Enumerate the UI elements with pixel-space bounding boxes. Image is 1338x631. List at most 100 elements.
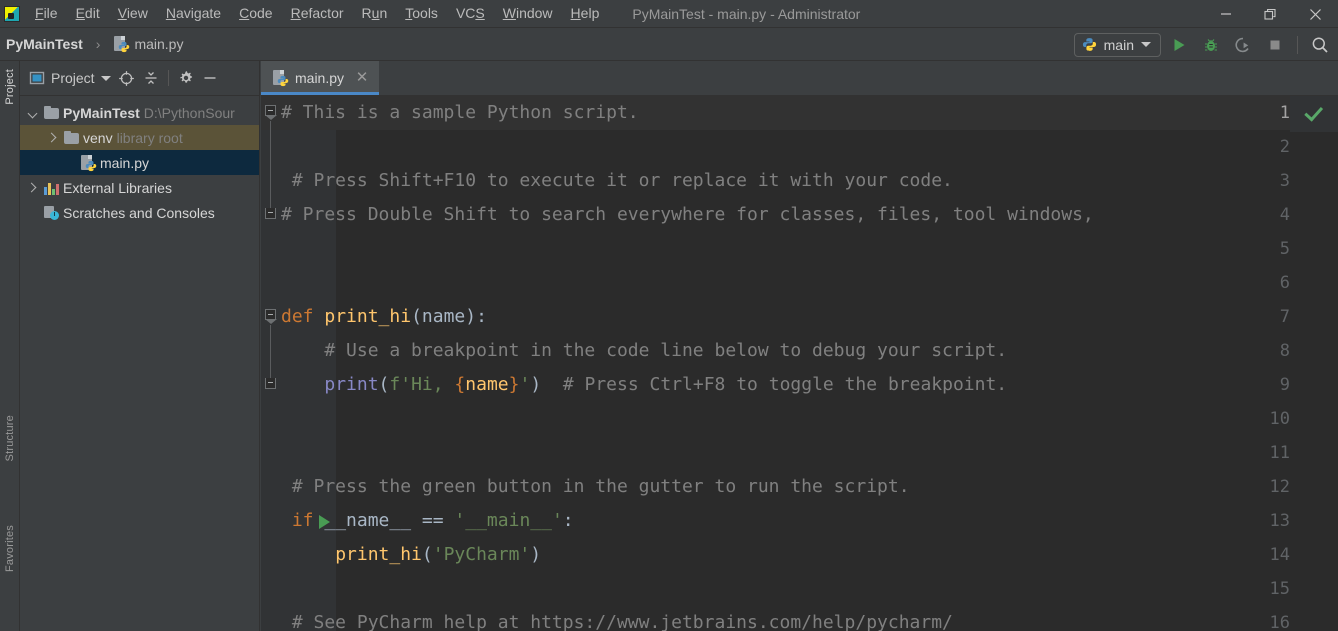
crosshair-icon xyxy=(119,70,134,86)
code-line[interactable]: 14 print_hi('PyCharm') xyxy=(261,538,1338,572)
tool-strip-project-label: Project xyxy=(3,69,16,105)
left-tool-window-strip: Project Structure Favorites xyxy=(0,61,20,631)
project-title-dropdown[interactable]: Project xyxy=(26,68,114,88)
fold-column[interactable] xyxy=(261,164,281,198)
inspections-widget[interactable] xyxy=(1290,96,1338,132)
fold-column[interactable] xyxy=(261,504,281,538)
tool-strip-tab-favorites[interactable]: Favorites xyxy=(3,521,17,576)
fold-column[interactable] xyxy=(261,402,281,436)
code-line[interactable]: 15 xyxy=(261,572,1338,606)
chevron-down-icon[interactable] xyxy=(26,106,40,120)
menu-item-help[interactable]: Help xyxy=(562,2,609,25)
settings-button[interactable] xyxy=(175,67,197,89)
breadcrumb-item-project[interactable]: PyMainTest xyxy=(2,34,87,54)
run-button[interactable] xyxy=(1165,31,1193,59)
fold-column[interactable] xyxy=(261,368,281,402)
editor-area: main.py ✕ 1 # This is a sample Python scr… xyxy=(261,61,1338,631)
menu-item-code[interactable]: Code xyxy=(230,2,281,25)
restore-button[interactable] xyxy=(1248,0,1293,28)
menu-item-run[interactable]: Run xyxy=(353,2,397,25)
fold-column[interactable] xyxy=(261,538,281,572)
run-with-coverage-button[interactable] xyxy=(1229,31,1257,59)
code-token: __name__ xyxy=(324,510,412,531)
code-line[interactable]: 5 xyxy=(261,232,1338,266)
check-icon xyxy=(1303,102,1323,122)
close-icon[interactable]: ✕ xyxy=(355,70,369,85)
stop-button[interactable] xyxy=(1261,31,1289,59)
chevron-right-icon[interactable] xyxy=(26,181,40,195)
code-text: if __name__ == '__main__': xyxy=(281,504,1338,538)
code-token: ) xyxy=(530,374,542,395)
tree-node-main-py[interactable]: main.py xyxy=(20,150,259,175)
code-token: print xyxy=(324,374,379,395)
chevron-right-icon[interactable] xyxy=(46,131,60,145)
fold-column[interactable] xyxy=(261,436,281,470)
code-token: ) xyxy=(530,544,542,565)
code-line[interactable]: 7 def print_hi(name): xyxy=(261,300,1338,334)
fold-end-icon[interactable] xyxy=(265,208,276,219)
code-line[interactable]: 12 # Press the green button in the gutte… xyxy=(261,470,1338,504)
collapse-all-button[interactable] xyxy=(140,67,162,89)
tree-node-external-libraries[interactable]: External Libraries xyxy=(20,175,259,200)
folder-icon xyxy=(64,131,79,144)
menu-item-edit[interactable]: Edit xyxy=(67,2,109,25)
editor-body[interactable]: 1 # This is a sample Python script. 2 3 # P… xyxy=(261,96,1338,631)
tree-node-venv[interactable]: venv library root xyxy=(20,125,259,150)
code-line[interactable]: 9 print(f'Hi, {name}') # Press Ctrl+F8 t… xyxy=(261,368,1338,402)
fold-column[interactable] xyxy=(261,300,281,334)
menu-item-window[interactable]: Window xyxy=(494,2,562,25)
menu-item-refactor[interactable]: Refactor xyxy=(282,2,353,25)
fold-column[interactable] xyxy=(261,232,281,266)
stop-square-icon xyxy=(1270,40,1280,49)
code-line[interactable]: 16 # See PyCharm help at https://www.jet… xyxy=(261,606,1338,631)
menu-item-file[interactable]: File xyxy=(26,2,67,25)
fold-column[interactable] xyxy=(261,130,281,164)
code-token: f'Hi, xyxy=(389,374,455,395)
bug-icon xyxy=(1205,38,1217,51)
fold-column[interactable] xyxy=(261,198,281,232)
menu-item-view[interactable]: View xyxy=(109,2,157,25)
tree-node-pymaintest[interactable]: PyMainTest D:\PythonSour xyxy=(20,100,259,125)
fold-column[interactable] xyxy=(261,334,281,368)
menu-item-navigate[interactable]: Navigate xyxy=(157,2,230,25)
code-line[interactable]: 8 # Use a breakpoint in the code line be… xyxy=(261,334,1338,368)
menu-item-tools[interactable]: Tools xyxy=(396,2,447,25)
fold-end-icon[interactable] xyxy=(265,378,276,389)
select-opened-file-button[interactable] xyxy=(116,67,138,89)
tree-node-label: main.py xyxy=(100,154,150,171)
fold-column[interactable] xyxy=(261,572,281,606)
search-everywhere-button[interactable] xyxy=(1306,31,1334,59)
run-configuration-selector[interactable]: main xyxy=(1073,32,1161,57)
fold-column[interactable] xyxy=(261,606,281,631)
fold-line xyxy=(270,334,271,368)
minimize-button[interactable] xyxy=(1203,0,1248,28)
fold-column[interactable] xyxy=(261,266,281,300)
code-line[interactable]: 2 xyxy=(261,130,1338,164)
code-line[interactable]: 3 # Press Shift+F10 to execute it or rep… xyxy=(261,164,1338,198)
debug-button[interactable] xyxy=(1197,31,1225,59)
tool-strip-tab-structure[interactable]: Structure xyxy=(3,411,17,465)
code-line[interactable]: 1 # This is a sample Python script. xyxy=(261,96,1338,130)
fold-column[interactable] xyxy=(261,96,281,130)
tool-strip-tab-project[interactable]: Project xyxy=(3,65,17,109)
code-line[interactable]: 4 # Press Double Shift to search everywhe… xyxy=(261,198,1338,232)
fold-line xyxy=(270,121,271,130)
code-line[interactable]: 11 xyxy=(261,436,1338,470)
hide-panel-button[interactable] xyxy=(199,67,221,89)
close-button[interactable] xyxy=(1293,0,1338,28)
code-line[interactable]: 6 xyxy=(261,266,1338,300)
python-file-icon xyxy=(80,154,97,171)
tree-node-scratches-and-consoles[interactable]: Scratches and Consoles xyxy=(20,200,259,225)
breadcrumb-item-file[interactable]: main.py xyxy=(109,34,187,54)
code-line[interactable]: 10 xyxy=(261,402,1338,436)
fold-start-icon[interactable] xyxy=(265,309,277,324)
tree-node-hint: D:\PythonSour xyxy=(143,104,235,121)
fold-column[interactable] xyxy=(261,470,281,504)
code-line[interactable]: 13 if __name__ == '__main__': xyxy=(261,504,1338,538)
navigation-bar: PyMainTest › main.py main xyxy=(0,28,1338,61)
menu-item-vcs[interactable]: VCS xyxy=(447,2,494,25)
fold-start-icon[interactable] xyxy=(265,105,277,120)
editor-tab-main-py[interactable]: main.py ✕ xyxy=(261,61,380,95)
